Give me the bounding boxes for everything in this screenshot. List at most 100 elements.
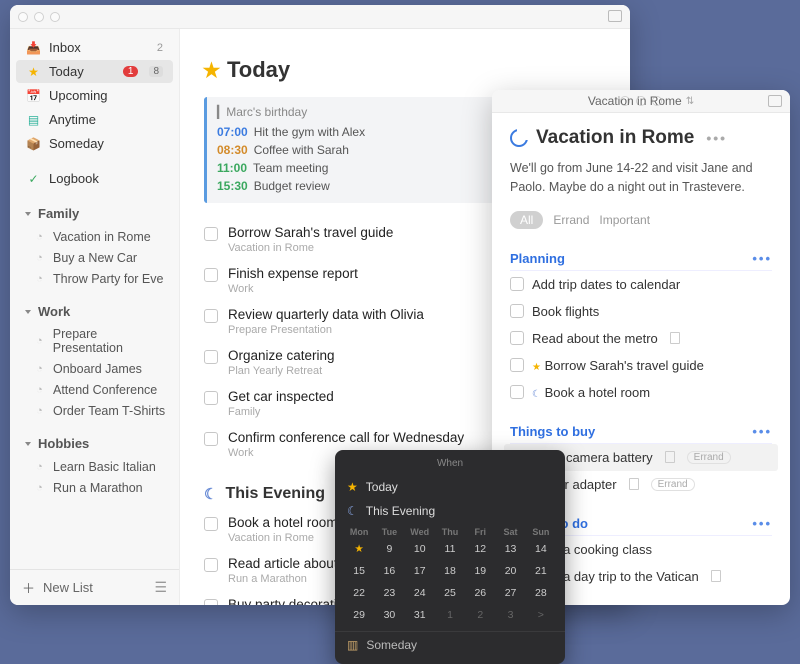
area-heading[interactable]: Hobbies bbox=[16, 432, 173, 455]
plus-icon: ＋ bbox=[22, 578, 35, 597]
calendar-day[interactable]: 30 bbox=[375, 605, 403, 625]
calendar-day[interactable]: > bbox=[527, 605, 555, 625]
settings-icon[interactable]: ☰ bbox=[154, 579, 167, 596]
calendar-day[interactable]: 9 bbox=[375, 539, 403, 559]
sidebar-item-upcoming[interactable]: 📅Upcoming bbox=[16, 84, 173, 107]
popover-today[interactable]: ★Today bbox=[335, 475, 565, 499]
sidebar-item-anytime[interactable]: ▤ Anytime bbox=[16, 108, 173, 131]
task-row[interactable]: Book flights bbox=[510, 298, 772, 325]
logbook-icon: ✓ bbox=[26, 171, 41, 186]
checkbox[interactable] bbox=[510, 304, 524, 318]
checkbox[interactable] bbox=[204, 558, 218, 572]
calendar-day[interactable]: 2 bbox=[466, 605, 494, 625]
popover-someday[interactable]: ▥Someday bbox=[335, 631, 565, 658]
sidebar-item-label: Anytime bbox=[49, 112, 96, 127]
filter-errand[interactable]: Errand bbox=[553, 213, 589, 227]
calendar-day[interactable]: 19 bbox=[466, 561, 494, 581]
task-row[interactable]: ★ Borrow Sarah's travel guide bbox=[510, 352, 772, 379]
main-titlebar bbox=[10, 5, 630, 29]
calendar-day[interactable]: 12 bbox=[466, 539, 494, 559]
calendar-day[interactable]: 18 bbox=[436, 561, 464, 581]
section-heading[interactable]: Planning••• bbox=[510, 247, 772, 271]
more-icon[interactable]: ••• bbox=[706, 130, 727, 146]
detail-window-title[interactable]: Vacation in Rome bbox=[588, 94, 694, 108]
tag[interactable]: Errand bbox=[687, 451, 731, 464]
traffic-lights[interactable] bbox=[18, 12, 60, 22]
calendar-day[interactable]: 26 bbox=[466, 583, 494, 603]
new-list-button[interactable]: ＋ New List ☰ bbox=[10, 569, 179, 605]
calendar-day[interactable]: 22 bbox=[345, 583, 373, 603]
calendar-day[interactable]: 3 bbox=[496, 605, 524, 625]
sidebar-project[interactable]: ◔Buy a New Car bbox=[10, 247, 179, 268]
anytime-icon: ▤ bbox=[26, 112, 41, 127]
sidebar-item-logbook[interactable]: ✓Logbook bbox=[16, 167, 173, 190]
sidebar-project[interactable]: ◔Run a Marathon bbox=[10, 477, 179, 498]
calendar-day[interactable]: 13 bbox=[496, 539, 524, 559]
calendar-day[interactable]: 29 bbox=[345, 605, 373, 625]
calendar-day[interactable]: 17 bbox=[406, 561, 434, 581]
checkbox[interactable] bbox=[204, 599, 218, 605]
area-heading[interactable]: Family bbox=[16, 202, 173, 225]
calendar-day[interactable]: 20 bbox=[496, 561, 524, 581]
task-title: ★ Borrow Sarah's travel guide bbox=[532, 358, 704, 373]
sidebar-project[interactable]: ◔Onboard James bbox=[10, 358, 179, 379]
sidebar-project[interactable]: ◔Order Team T-Shirts bbox=[10, 400, 179, 421]
checkbox[interactable] bbox=[510, 331, 524, 345]
checkbox[interactable] bbox=[510, 277, 524, 291]
section-heading[interactable]: Things to buy••• bbox=[510, 420, 772, 444]
calendar-day[interactable]: 21 bbox=[527, 561, 555, 581]
calendar-day[interactable]: 15 bbox=[345, 561, 373, 581]
calendar-day[interactable]: 11 bbox=[436, 539, 464, 559]
sidebar-project[interactable]: ◔Learn Basic Italian bbox=[10, 456, 179, 477]
upcoming-icon: 📅 bbox=[26, 88, 41, 103]
sidebar-item-today[interactable]: ★Today18 bbox=[16, 60, 173, 83]
calendar-day[interactable]: 1 bbox=[436, 605, 464, 625]
calendar-day[interactable]: 23 bbox=[375, 583, 403, 603]
more-icon[interactable]: ••• bbox=[752, 424, 772, 439]
tag[interactable]: Errand bbox=[651, 478, 695, 491]
page-title: ★ Today bbox=[204, 57, 606, 83]
task-row[interactable]: Read about the metro bbox=[510, 325, 772, 352]
popover-evening[interactable]: ☾This Evening bbox=[335, 499, 565, 523]
area-heading[interactable]: Work bbox=[16, 300, 173, 323]
checkbox[interactable] bbox=[204, 432, 218, 446]
window-button-icon[interactable] bbox=[608, 10, 622, 22]
task-title: Read about the metro bbox=[532, 331, 658, 346]
calendar-day[interactable]: 10 bbox=[406, 539, 434, 559]
moon-icon: ☾ bbox=[532, 389, 541, 400]
calendar-day[interactable]: 14 bbox=[527, 539, 555, 559]
checkbox[interactable] bbox=[204, 350, 218, 364]
archive-icon: ▥ bbox=[347, 638, 358, 652]
checkbox[interactable] bbox=[204, 268, 218, 282]
calendar-day[interactable]: 24 bbox=[406, 583, 434, 603]
more-icon[interactable]: ••• bbox=[752, 516, 772, 531]
more-icon[interactable]: ••• bbox=[752, 251, 772, 266]
filter-all[interactable]: All bbox=[510, 211, 543, 229]
sidebar-project[interactable]: ◔Attend Conference bbox=[10, 379, 179, 400]
checkbox[interactable] bbox=[204, 517, 218, 531]
task-row[interactable]: ☾ Book a hotel room bbox=[510, 379, 772, 406]
calendar-day[interactable]: 25 bbox=[436, 583, 464, 603]
checkbox[interactable] bbox=[204, 391, 218, 405]
sidebar-item-someday[interactable]: 📦Someday bbox=[16, 132, 173, 155]
checkbox[interactable] bbox=[510, 385, 524, 399]
calendar-day[interactable]: 31 bbox=[406, 605, 434, 625]
moon-icon: ☾ bbox=[204, 485, 217, 503]
calendar-day[interactable]: 16 bbox=[375, 561, 403, 581]
calendar-day[interactable]: 28 bbox=[527, 583, 555, 603]
sidebar-item-inbox[interactable]: 📥Inbox2 bbox=[16, 36, 173, 59]
project-icon: ◔ bbox=[32, 271, 47, 286]
checkbox[interactable] bbox=[510, 358, 524, 372]
day-head: Tue bbox=[375, 527, 403, 537]
sidebar-project[interactable]: ◔Throw Party for Eve bbox=[10, 268, 179, 289]
checkbox[interactable] bbox=[204, 227, 218, 241]
task-row[interactable]: Add trip dates to calendar bbox=[510, 271, 772, 298]
filter-important[interactable]: Important bbox=[599, 213, 650, 227]
window-button-icon[interactable] bbox=[768, 95, 782, 107]
checkbox[interactable] bbox=[204, 309, 218, 323]
calendar-day[interactable]: ★ bbox=[345, 539, 373, 559]
calendar-day[interactable]: 27 bbox=[496, 583, 524, 603]
sidebar-project[interactable]: ◔Prepare Presentation bbox=[10, 324, 179, 358]
sidebar-project[interactable]: ◔Vacation in Rome bbox=[10, 226, 179, 247]
project-notes[interactable]: We'll go from June 14-22 and visit Jane … bbox=[510, 159, 772, 197]
